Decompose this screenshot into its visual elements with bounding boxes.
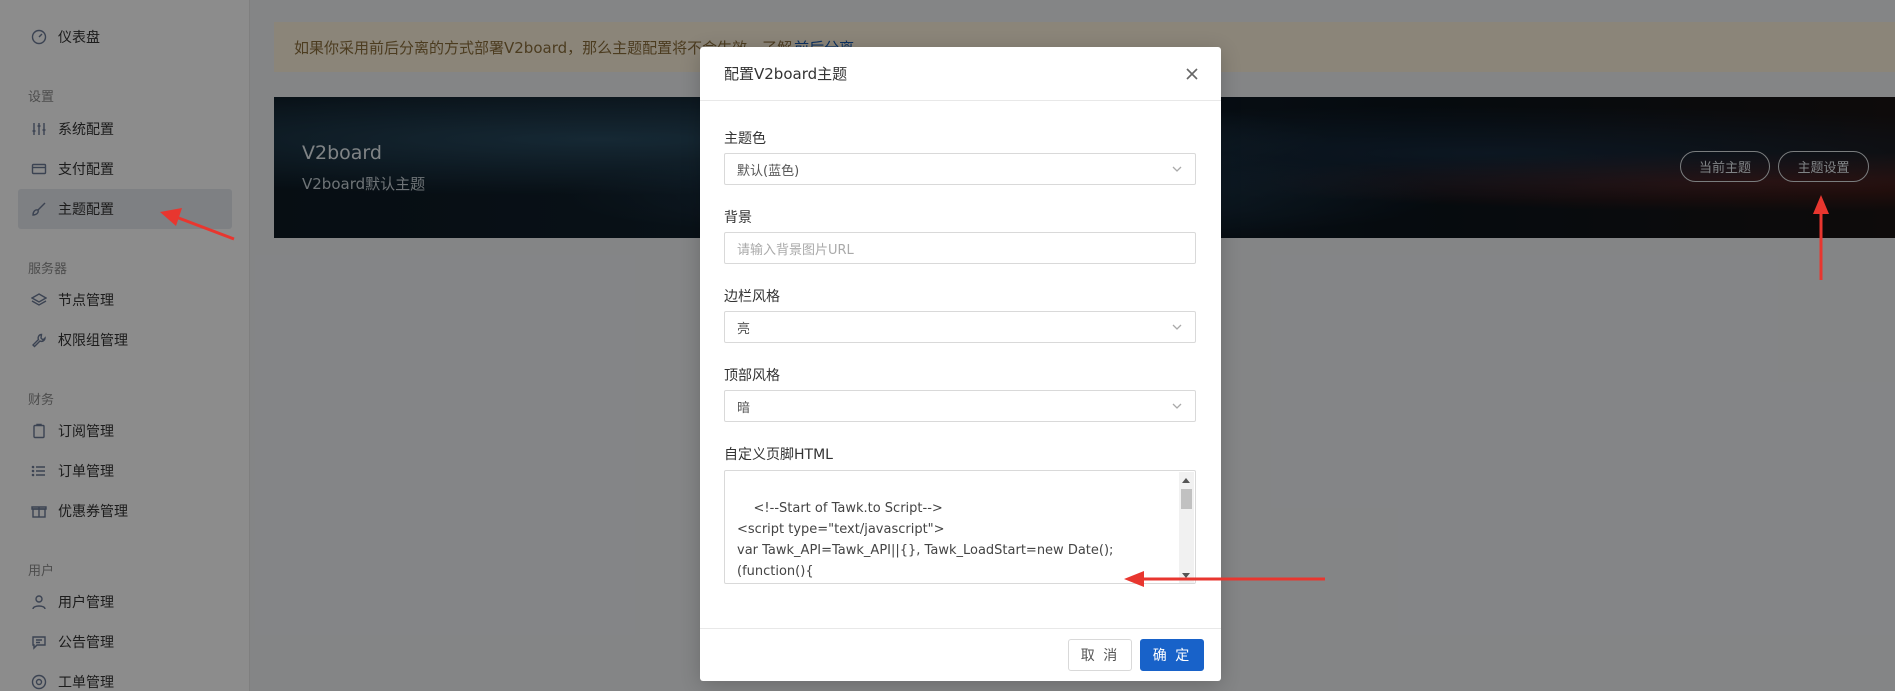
footer-html-textarea[interactable]: <!--Start of Tawk.to Script--> <script t… xyxy=(724,470,1196,584)
sidebar-style-select[interactable]: 亮 xyxy=(724,311,1196,343)
scroll-down-icon[interactable] xyxy=(1182,573,1190,578)
ok-button[interactable]: 确 定 xyxy=(1140,639,1204,671)
theme-color-label: 主题色 xyxy=(724,131,766,147)
theme-color-select[interactable]: 默认(蓝色) xyxy=(724,153,1196,185)
textarea-scrollbar[interactable] xyxy=(1179,472,1194,583)
theme-color-value: 默认(蓝色) xyxy=(737,163,800,179)
sidebar-style-label: 边栏风格 xyxy=(724,289,780,305)
close-icon[interactable] xyxy=(1183,65,1201,83)
footer-html-label: 自定义页脚HTML xyxy=(724,447,833,463)
chevron-down-icon xyxy=(1171,321,1183,333)
scrollbar-thumb[interactable] xyxy=(1181,489,1192,509)
modal-footer: 取 消 确 定 xyxy=(700,628,1221,681)
background-label: 背景 xyxy=(724,210,752,226)
header-style-select[interactable]: 暗 xyxy=(724,390,1196,422)
header-style-value: 暗 xyxy=(737,400,751,416)
chevron-down-icon xyxy=(1171,163,1183,175)
sidebar-style-value: 亮 xyxy=(737,321,751,337)
chevron-down-icon xyxy=(1171,400,1183,412)
background-placeholder: 请输入背景图片URL xyxy=(737,242,854,258)
header-style-label: 顶部风格 xyxy=(724,368,780,384)
background-url-input[interactable]: 请输入背景图片URL xyxy=(724,232,1196,264)
footer-html-value: <!--Start of Tawk.to Script--> <script t… xyxy=(737,501,1114,579)
scroll-up-icon[interactable] xyxy=(1182,478,1190,483)
modal-title: 配置V2board主题 xyxy=(700,47,1221,101)
theme-config-modal: 配置V2board主题 主题色 默认(蓝色) 背景 请输入背景图片URL 边栏风… xyxy=(700,47,1221,681)
cancel-button[interactable]: 取 消 xyxy=(1068,639,1132,671)
